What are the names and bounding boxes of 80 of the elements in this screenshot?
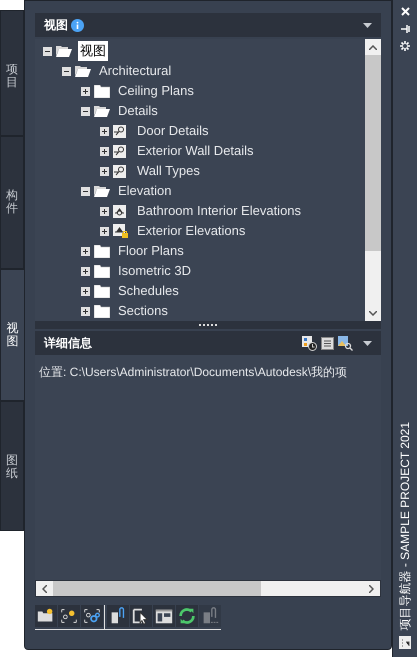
refresh-icon [177,606,197,626]
pin-icon[interactable] [400,25,410,33]
folder-icon [94,284,110,298]
settings-icon[interactable] [400,41,410,51]
detail-view-icon [113,124,126,138]
scroll-right-icon[interactable] [369,584,374,592]
preview-search-icon[interactable] [338,336,353,350]
tree-item[interactable]: Details [116,101,160,121]
expand-icon[interactable] [100,126,109,136]
close-icon[interactable] [400,7,410,16]
locked-elevation-view-icon [113,224,128,238]
expand-icon[interactable] [81,86,90,96]
collapse-icon[interactable] [43,46,52,56]
scroll-up-icon[interactable] [369,45,377,50]
toolbar-button[interactable] [35,605,57,627]
open-folder-icon [94,185,110,197]
vertical-scrollbar[interactable] [365,39,381,321]
detail-view-icon [113,144,126,158]
elevation-view-icon [113,204,126,218]
expand-icon[interactable] [100,166,109,176]
dropdown-icon[interactable] [363,340,372,346]
splitter-handle[interactable] [35,321,381,329]
tree-item[interactable]: Sections [116,301,170,321]
tree-item[interactable]: Floor Plans [116,241,186,261]
tree-item[interactable]: Door Details [135,121,211,141]
view-settings-icon [82,606,102,626]
tree-item[interactable]: Ceiling Plans [116,81,196,101]
side-tab[interactable]: 视图 [0,269,24,401]
toolbar-button[interactable] [176,605,198,627]
toolbar-button[interactable] [153,605,175,627]
expand-icon[interactable] [81,246,90,256]
scrollbar-thumb[interactable] [365,55,381,251]
expand-icon[interactable] [81,266,90,276]
collapse-icon[interactable] [81,106,90,116]
tree-item[interactable]: Wall Types [135,161,202,181]
toolbar-button[interactable] [107,605,129,627]
folder-icon [94,84,110,98]
open-folder-icon [94,105,110,117]
toolbar-button[interactable] [81,605,103,627]
tree-item[interactable]: Architectural [97,61,174,81]
detail-view-icon [113,164,126,178]
tree-item[interactable]: Exterior Elevations [135,221,248,241]
toolbar-button[interactable] [58,605,80,627]
tree-item[interactable]: Schedules [116,281,181,301]
info-icon[interactable] [71,18,84,32]
folder-icon [94,264,110,278]
tree-item[interactable]: Isometric 3D [116,261,193,281]
horizontal-scrollbar[interactable] [35,580,381,597]
properties-icon[interactable] [399,636,411,649]
new-view-icon [59,606,79,626]
tree-item[interactable]: 视图 [78,41,108,61]
side-tab[interactable]: 构件 [0,136,24,269]
scroll-left-icon[interactable] [42,584,47,592]
toolbar-button[interactable] [130,605,152,627]
collapse-icon[interactable] [62,66,71,76]
panel-title: 详细信息 [44,335,92,352]
open-folder-icon [56,45,72,57]
panel-title: 视图 [44,17,68,34]
expand-icon[interactable] [100,226,109,236]
location-text: 位置: C:\Users\Administrator\Documents\Autodesk\我的项 [38,364,348,381]
side-tab[interactable]: 项目 [0,10,24,136]
dropdown-icon[interactable] [363,22,372,28]
list-icon[interactable] [321,336,334,350]
palette-title: 项目导航器 - SAMPLE PROJECT 2021 [397,422,413,630]
expand-icon[interactable] [100,146,109,156]
collapse-icon[interactable] [81,186,90,196]
properties-icon[interactable] [302,336,317,350]
scrollbar-thumb[interactable] [53,581,261,596]
folder-icon [94,244,110,258]
side-tab[interactable]: 图纸 [0,401,24,531]
scroll-down-icon[interactable] [369,311,377,316]
tree-item[interactable]: Elevation [116,181,174,201]
open-folder-icon [75,65,91,77]
expand-icon[interactable] [81,306,90,316]
expand-icon[interactable] [100,206,109,216]
tree-item[interactable]: Bathroom Interior Elevations [135,201,304,221]
tree-item[interactable]: Exterior Wall Details [135,141,256,161]
folder-icon [94,304,110,318]
expand-icon[interactable] [81,286,90,296]
cursor-icon [131,606,151,626]
